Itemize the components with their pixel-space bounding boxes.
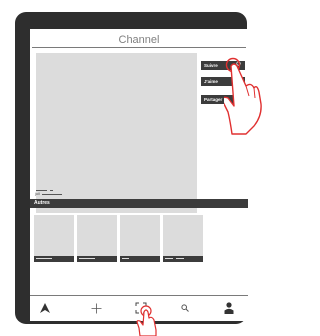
video-player[interactable] xyxy=(36,53,197,213)
tab-home[interactable] xyxy=(30,296,60,320)
related-video-caption xyxy=(163,256,203,262)
section-header: Autres xyxy=(30,199,248,208)
tap-hand-icon xyxy=(136,305,157,336)
profile-icon xyxy=(224,302,234,314)
related-video-thumbnail[interactable] xyxy=(163,215,203,256)
related-video-thumbnail[interactable] xyxy=(77,215,117,256)
tab-search[interactable] xyxy=(170,296,200,320)
related-video-caption xyxy=(34,256,74,262)
caption-line xyxy=(36,258,52,259)
video-date: juil xyxy=(35,191,40,196)
tab-profile[interactable] xyxy=(214,296,244,320)
caption-line xyxy=(165,258,173,259)
related-video-caption xyxy=(120,256,160,262)
section-title: Autres xyxy=(34,200,50,206)
share-label: Partager xyxy=(204,97,223,102)
related-video-thumbnail[interactable] xyxy=(34,215,74,256)
like-label: J'aime xyxy=(204,79,218,84)
video-meta-dash xyxy=(50,190,53,191)
tap-hand-icon xyxy=(224,57,262,135)
header-divider xyxy=(32,47,246,48)
caption-line xyxy=(122,258,129,259)
related-video-caption xyxy=(77,256,117,262)
related-video-thumbnail[interactable] xyxy=(120,215,160,256)
search-icon xyxy=(181,304,189,312)
caption-line xyxy=(79,258,95,259)
subscribe-label: Suivre xyxy=(204,63,218,68)
tab-add[interactable] xyxy=(81,296,111,320)
app-screen: Channel Suivre J'aime Partager juil Autr… xyxy=(30,29,248,321)
home-icon xyxy=(40,303,50,313)
page-title: Channel xyxy=(118,34,160,46)
caption-line xyxy=(176,258,184,259)
plus-icon xyxy=(91,303,101,313)
video-subtitle-line xyxy=(42,194,62,195)
